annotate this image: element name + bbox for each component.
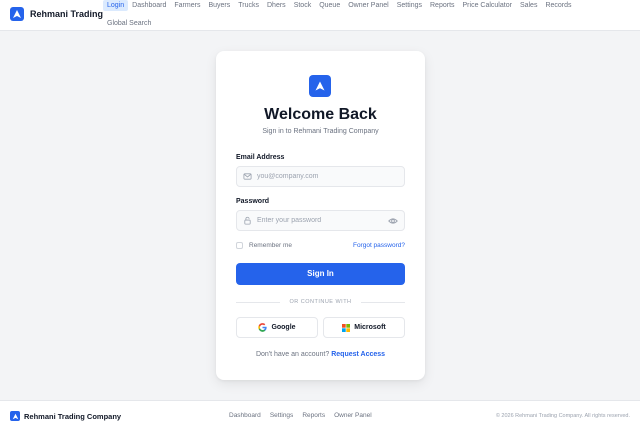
footer-link-owner-panel[interactable]: Owner Panel — [334, 412, 372, 419]
footer-brand: Rehmani Trading Company — [10, 411, 121, 421]
mail-icon — [242, 172, 252, 182]
nav-item-queue[interactable]: Queue — [315, 0, 344, 11]
forgot-password-link[interactable]: Forgot password? — [353, 242, 405, 249]
copyright: © 2026 Rehmani Trading Company. All righ… — [495, 413, 630, 419]
page-title: Welcome Back — [264, 106, 377, 123]
sign-in-button[interactable]: Sign In — [236, 263, 405, 285]
request-access-link[interactable]: Request Access — [331, 351, 385, 358]
email-label: Email Address — [236, 154, 285, 161]
footer-brand-name: Rehmani Trading Company — [24, 411, 122, 421]
nav-item-price-calculator[interactable]: Price Calculator — [459, 0, 516, 11]
password-label: Password — [236, 198, 270, 205]
brand[interactable]: Rehmani Trading — [10, 7, 103, 21]
google-button[interactable]: Google — [236, 317, 318, 338]
footer-link-settings[interactable]: Settings — [270, 412, 294, 419]
footer-link-reports[interactable]: Reports — [302, 412, 325, 419]
nav-item-stock[interactable]: Stock — [290, 0, 316, 11]
nav-item-records[interactable]: Records — [541, 0, 575, 11]
footer-logo-icon — [10, 411, 20, 421]
nav-item-owner-panel[interactable]: Owner Panel — [344, 0, 392, 11]
account-prompt-text: Don't have an account? — [255, 351, 330, 358]
footer: Rehmani Trading Company Dashboard Settin… — [0, 400, 640, 432]
password-input[interactable] — [257, 211, 387, 230]
nav-item-dhers[interactable]: Dhers — [263, 0, 290, 11]
navigation-arrow-icon — [309, 75, 331, 97]
microsoft-button[interactable]: Microsoft — [323, 317, 405, 338]
nav-item-global-search[interactable]: Global Search — [103, 18, 155, 29]
nav-item-farmers[interactable]: Farmers — [170, 0, 204, 11]
page-subtitle: Sign in to Rehmani Trading Company — [262, 128, 379, 135]
login-card: Welcome Back Sign in to Rehmani Trading … — [216, 51, 425, 380]
nav-item-reports[interactable]: Reports — [426, 0, 459, 11]
account-prompt: Don't have an account? Request Access — [216, 351, 425, 358]
nav-item-sales[interactable]: Sales — [516, 0, 542, 11]
nav-item-dashboard[interactable]: Dashboard — [128, 0, 170, 11]
footer-link-dashboard[interactable]: Dashboard — [229, 412, 261, 419]
divider: OR CONTINUE WITH — [236, 298, 405, 306]
lock-icon — [242, 216, 252, 226]
top-navbar: Rehmani Trading Login Dashboard Farmers … — [0, 0, 640, 31]
password-field[interactable] — [236, 210, 405, 231]
nav-item-settings[interactable]: Settings — [393, 0, 426, 11]
google-label: Google — [271, 324, 296, 331]
remember-me[interactable]: Remember me — [236, 242, 292, 249]
brand-name: Rehmani Trading — [30, 9, 104, 19]
remember-checkbox[interactable] — [236, 242, 243, 249]
remember-label: Remember me — [249, 242, 292, 249]
google-icon — [258, 319, 268, 337]
microsoft-label: Microsoft — [354, 324, 386, 331]
brand-logo-icon — [10, 7, 24, 21]
email-field[interactable] — [236, 166, 405, 187]
microsoft-icon — [342, 319, 351, 337]
nav-item-trucks[interactable]: Trucks — [234, 0, 263, 11]
main-nav: Login Dashboard Farmers Buyers Trucks Dh… — [103, 0, 638, 29]
nav-item-buyers[interactable]: Buyers — [204, 0, 234, 11]
email-input[interactable] — [257, 167, 387, 186]
nav-item-login[interactable]: Login — [103, 0, 129, 11]
footer-links: Dashboard Settings Reports Owner Panel — [229, 412, 381, 419]
eye-icon[interactable] — [388, 216, 398, 226]
